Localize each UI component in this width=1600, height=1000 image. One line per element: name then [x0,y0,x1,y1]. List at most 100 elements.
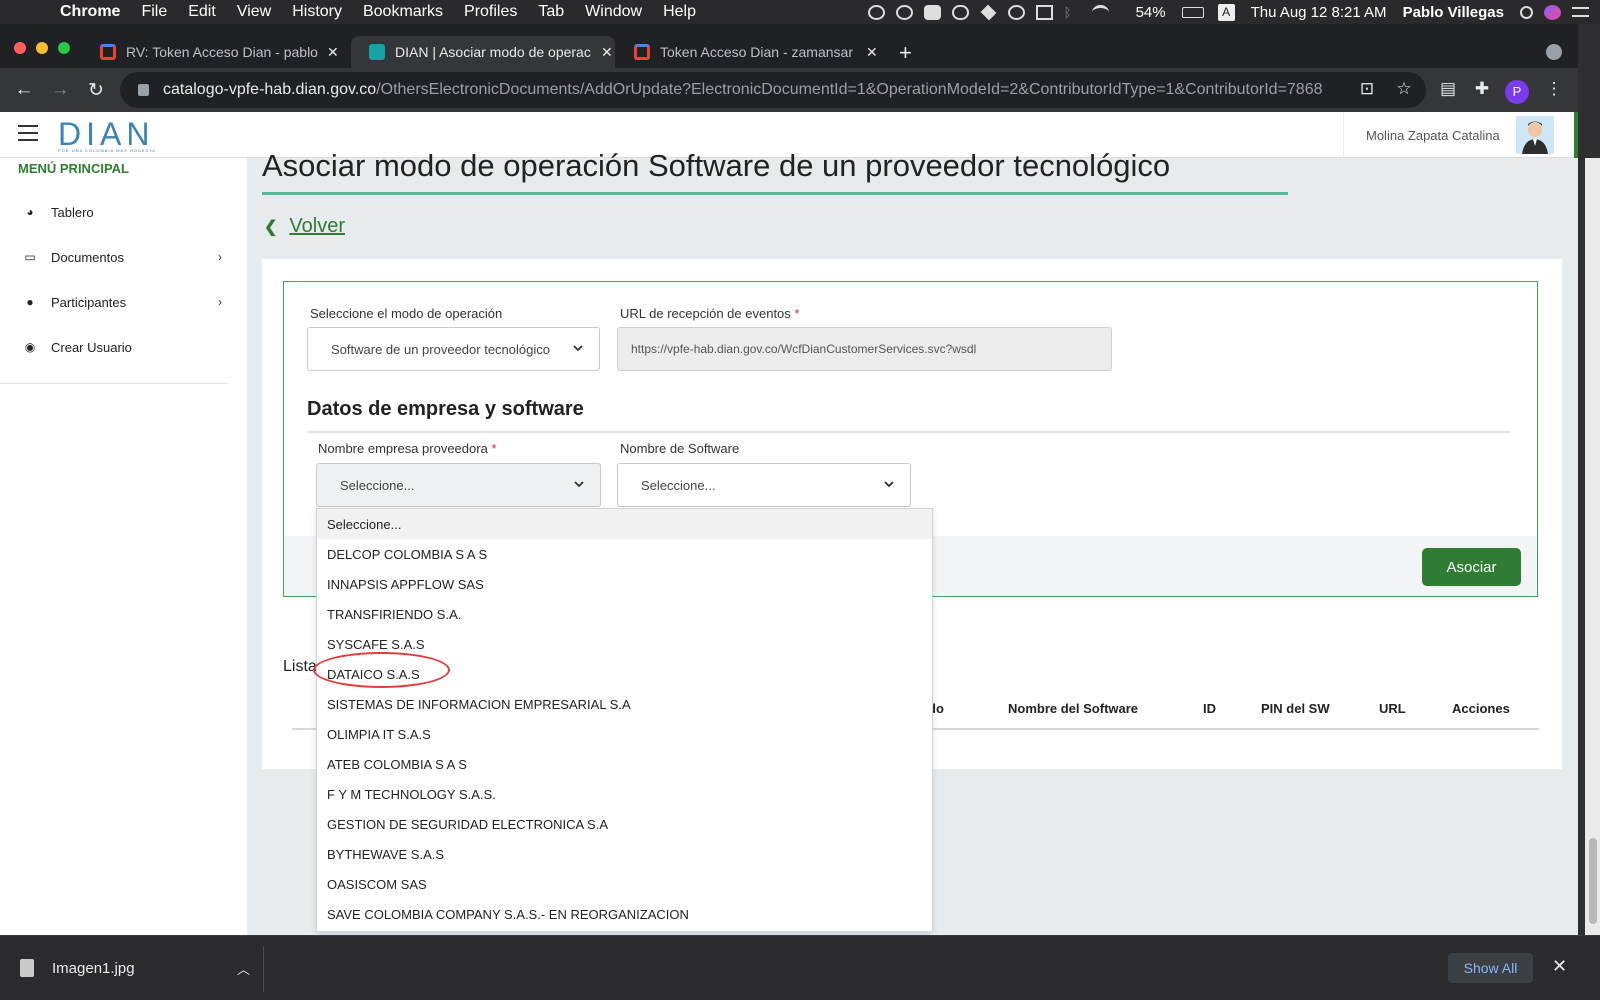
column-header-pin[interactable]: PIN del SW [1261,701,1330,716]
user-menu[interactable]: Molina Zapata Catalina [1343,112,1500,158]
page-scrollbar-track[interactable] [1585,158,1600,935]
airplay-icon[interactable] [1035,4,1053,20]
download-item[interactable]: Imagen1.jpg ︿ [20,950,250,986]
sidebar-divider [0,383,228,384]
company-dropdown-list[interactable]: Seleccione... DELCOP COLOMBIA S A S INNA… [316,508,933,932]
input-source-icon[interactable]: A [1217,3,1235,21]
file-icon [20,959,34,977]
gmail-icon [100,44,116,60]
extension-document-icon[interactable]: ▤ [1438,79,1458,99]
bluetooth-icon[interactable]: ᛒ [1064,5,1081,20]
new-tab-button[interactable]: + [899,40,912,66]
dropdown-option[interactable]: F Y M TECHNOLOGY S.A.S. [317,779,932,809]
dropdown-option[interactable]: TRANSFIRIENDO S.A. [317,599,932,629]
back-link[interactable]: ❮ Volver [264,215,345,238]
close-tab-icon[interactable]: ✕ [327,44,339,61]
dropdown-option[interactable]: OLIMPIA IT S.A.S [317,719,932,749]
menu-history[interactable]: History [292,3,342,21]
menu-edit[interactable]: Edit [188,3,216,21]
sidebar: MENÚ PRINCIPAL ◕ Tablero ▭ Documentos › … [0,158,247,935]
close-icon[interactable]: ✕ [1552,956,1567,977]
dropdown-option[interactable]: BYTHEWAVE S.A.S [317,839,932,869]
dropbox-icon[interactable] [980,4,997,20]
extensions-puzzle-icon[interactable]: ✚ [1472,79,1492,99]
bookmark-star-icon[interactable]: ☆ [1394,79,1414,99]
battery-icon[interactable] [1181,6,1204,18]
forward-arrow-icon[interactable]: → [42,79,78,101]
user-avatar[interactable] [1516,116,1554,154]
hamburger-menu-icon[interactable] [18,125,38,141]
record-icon[interactable] [867,4,885,20]
menu-view[interactable]: View [237,3,271,21]
company-select[interactable]: Seleccione... [316,463,601,507]
page-title: Asociar modo de operación Software de un… [262,148,1171,183]
dropdown-option[interactable]: INNAPSIS APPFLOW SAS [317,569,932,599]
menu-chrome[interactable]: Chrome [60,3,120,21]
software-select[interactable]: Seleccione... [617,463,911,507]
menu-profiles[interactable]: Profiles [464,3,517,21]
macos-menu-bar: Chrome File Edit View History Bookmarks … [0,0,1600,24]
users-icon: ● [26,295,34,309]
asociar-button[interactable]: Asociar [1422,548,1521,586]
browser-tab-gmail-token[interactable]: Token Acceso Dian - zamansar ✕ [616,36,880,68]
chrome-menu-icon[interactable]: ⋮ [1544,79,1564,99]
siri-icon[interactable] [1544,4,1561,20]
close-tab-icon[interactable]: ✕ [601,44,613,61]
sidebar-item-tablero[interactable]: ◕ Tablero [0,192,228,232]
tab-search-icon[interactable] [1546,44,1562,60]
spotlight-icon[interactable] [1520,5,1533,19]
sidebar-item-participantes[interactable]: ● Participantes › [0,282,228,322]
sidebar-item-documentos[interactable]: ▭ Documentos › [0,237,228,277]
chevron-down-icon [884,481,894,488]
page-scrollbar-thumb[interactable] [1589,838,1597,924]
menu-user[interactable]: Pablo Villegas [1403,4,1504,21]
dropdown-option[interactable]: SISTEMAS DE INFORMACION EMPRESARIAL S.A [317,689,932,719]
chevron-right-icon: › [218,250,222,264]
back-arrow-icon[interactable]: ← [6,79,42,101]
column-header-url[interactable]: URL [1379,701,1406,716]
menu-help[interactable]: Help [663,3,696,21]
sidebar-item-crear-usuario[interactable]: ◉ Crear Usuario [0,327,228,367]
reload-icon[interactable]: ↻ [78,79,114,102]
menu-tab[interactable]: Tab [538,3,564,21]
close-tab-icon[interactable]: ✕ [866,44,878,61]
event-url-input[interactable]: https://vpfe-hab.dian.gov.co/WcfDianCust… [617,327,1112,371]
menu-window[interactable]: Window [585,3,642,21]
dropdown-option[interactable]: SYSCAFE S.A.S [317,629,932,659]
dropdown-option[interactable]: ATEB COLOMBIA S A S [317,749,932,779]
lock-icon[interactable] [138,84,149,96]
chevron-down-icon [573,345,583,352]
column-header-id[interactable]: ID [1203,701,1216,716]
person-icon [1516,116,1554,154]
gmail-icon [634,44,650,60]
focus-icon[interactable] [1007,4,1025,20]
browser-tab-gmail-rv[interactable]: RV: Token Acceso Dian - pablo [82,36,346,68]
close-window-button[interactable] [14,42,26,54]
menu-bookmarks[interactable]: Bookmarks [363,3,443,21]
address-bar[interactable]: catalogo-vpfe-hab.dian.gov.co/OthersElec… [120,72,1426,108]
show-all-button[interactable]: Show All [1448,953,1533,983]
translate-icon[interactable]: ⊡ [1357,79,1377,99]
dropdown-option[interactable]: DELCOP COLOMBIA S A S [317,539,932,569]
wifi-icon[interactable] [1091,4,1109,20]
evernote-icon[interactable] [923,4,941,20]
minimize-window-button[interactable] [36,42,48,54]
chevron-up-icon[interactable]: ︿ [237,959,250,978]
dropdown-option[interactable]: GESTION DE SEGURIDAD ELECTRONICA S.A [317,809,932,839]
dian-logo[interactable]: DIAN POR UNA COLOMBIA MÁS HONESTA [58,118,156,153]
control-center-icon[interactable] [1572,7,1589,17]
operation-mode-select[interactable]: Software de un proveedor tecnológico [307,327,600,371]
browser-tab-dian[interactable]: DIAN | Asociar modo de operac ✕ [351,36,615,68]
weather-icon[interactable] [951,4,969,20]
dropdown-option[interactable]: Seleccione... [317,509,932,539]
menu-clock[interactable]: Thu Aug 12 8:21 AM [1251,4,1387,21]
dropdown-option[interactable]: SAVE COLOMBIA COMPANY S.A.S.- EN REORGAN… [317,899,932,929]
creative-cloud-icon[interactable] [895,4,913,20]
profile-avatar[interactable]: P [1505,80,1529,104]
dropdown-option[interactable]: OASISCOM SAS [317,869,932,899]
dropdown-option-dataico[interactable]: DATAICO S.A.S [317,659,932,689]
menu-file[interactable]: File [141,3,167,21]
section-divider [307,431,1510,433]
column-header-software-name[interactable]: Nombre del Software [1008,701,1138,716]
zoom-window-button[interactable] [58,42,70,54]
